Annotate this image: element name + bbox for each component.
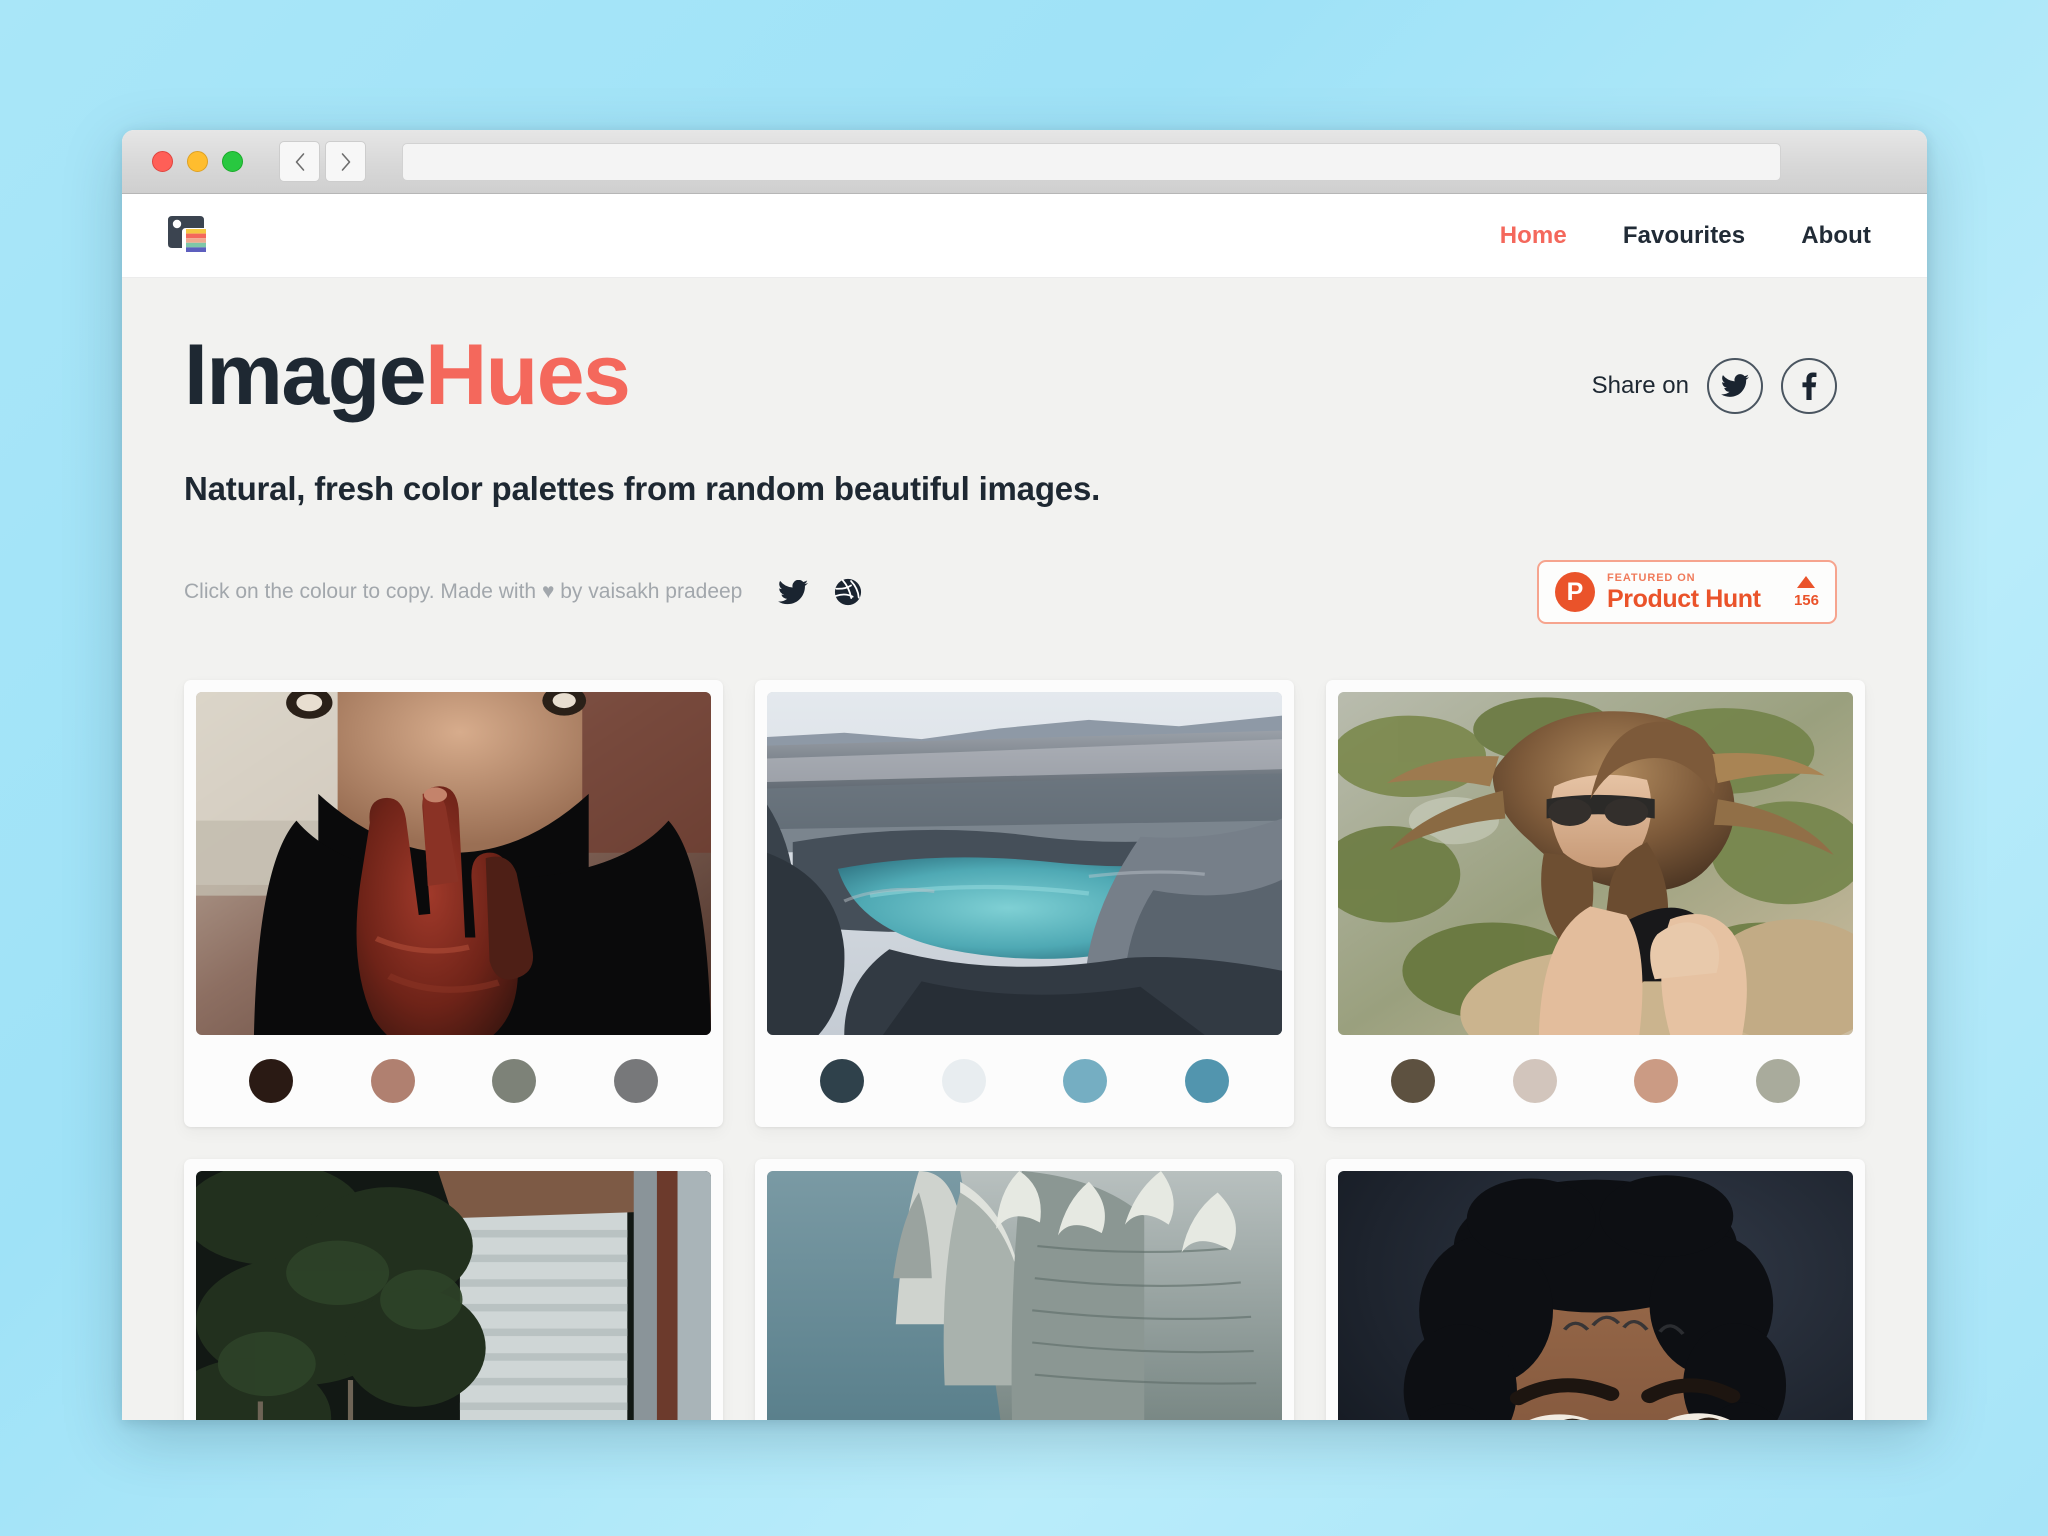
minimize-window-button[interactable] xyxy=(187,151,208,172)
dribbble-icon[interactable] xyxy=(834,578,862,606)
chevron-left-icon xyxy=(295,152,304,171)
page-subtitle: Natural, fresh color palettes from rando… xyxy=(184,470,1101,507)
main-navigation: Home Favourites About xyxy=(1500,222,1871,250)
palette-card[interactable] xyxy=(1326,680,1865,1127)
swatch-slot xyxy=(575,1059,697,1103)
palette-card[interactable] xyxy=(1326,1159,1865,1420)
swatch-slot xyxy=(1025,1059,1147,1103)
browser-window: Home Favourites About ImageHues Share on xyxy=(122,130,1927,1420)
color-swatch[interactable] xyxy=(1063,1059,1108,1103)
maximize-window-button[interactable] xyxy=(222,151,243,172)
color-swatch[interactable] xyxy=(248,1059,293,1103)
hero-section: ImageHues Share on xyxy=(184,332,1865,418)
palette-card[interactable] xyxy=(755,1159,1294,1420)
swatch-slot xyxy=(332,1059,454,1103)
photo-hand-on-neck[interactable] xyxy=(196,692,711,1035)
photo-render xyxy=(196,692,711,1035)
swatch-slot xyxy=(454,1059,576,1103)
palette-card[interactable] xyxy=(184,680,723,1127)
forward-button[interactable] xyxy=(325,141,366,182)
color-swatch[interactable] xyxy=(614,1059,659,1103)
nav-item-about[interactable]: About xyxy=(1801,222,1871,250)
palette-grid xyxy=(184,680,1865,1420)
product-hunt-name: Product Hunt xyxy=(1607,584,1761,613)
nav-item-home[interactable]: Home xyxy=(1500,222,1567,250)
color-swatch[interactable] xyxy=(370,1059,415,1103)
close-window-button[interactable] xyxy=(152,151,173,172)
swatch-slot xyxy=(1352,1059,1474,1103)
share-facebook-button[interactable] xyxy=(1781,358,1837,414)
swatch-slot xyxy=(1474,1059,1596,1103)
product-hunt-logo-icon: P xyxy=(1555,572,1595,612)
facebook-icon xyxy=(1802,372,1817,400)
photo-crater-lake[interactable] xyxy=(767,692,1282,1035)
url-input[interactable] xyxy=(402,142,1781,181)
photo-portrait-looking-up[interactable] xyxy=(1338,1171,1853,1420)
upvote-count: 156 xyxy=(1793,592,1819,609)
product-hunt-text: FEATURED ON Product Hunt xyxy=(1607,571,1761,613)
upvote-arrow-icon xyxy=(1797,576,1816,588)
color-swatch[interactable] xyxy=(941,1059,986,1103)
share-block: Share on xyxy=(1592,332,1865,414)
window-traffic-lights xyxy=(152,151,243,172)
swatch-slot xyxy=(210,1059,332,1103)
color-swatch[interactable] xyxy=(1185,1059,1230,1103)
photo-woman-windy-hair[interactable] xyxy=(1338,692,1853,1035)
color-swatch[interactable] xyxy=(1756,1059,1801,1103)
color-swatch[interactable] xyxy=(1512,1059,1557,1103)
photo-render xyxy=(767,1171,1282,1420)
color-swatch[interactable] xyxy=(819,1059,864,1103)
swatch-slot xyxy=(903,1059,1025,1103)
page-title-accent: Hues xyxy=(425,327,631,423)
browser-nav-buttons xyxy=(279,141,366,182)
twitter-icon xyxy=(1721,374,1749,397)
palette-card[interactable] xyxy=(755,680,1294,1127)
photo-etretat-cliffs[interactable] xyxy=(767,1171,1282,1420)
color-swatch[interactable] xyxy=(1634,1059,1679,1103)
swatch-slot xyxy=(1717,1059,1839,1103)
photo-render xyxy=(767,692,1282,1035)
swatch-slot xyxy=(1146,1059,1268,1103)
palette-swatches xyxy=(1338,1035,1853,1127)
logo-glyph xyxy=(168,215,206,252)
photo-render xyxy=(1338,692,1853,1035)
product-hunt-badge[interactable]: P FEATURED ON Product Hunt 156 xyxy=(1537,560,1837,624)
site-header: Home Favourites About xyxy=(122,194,1927,278)
back-button[interactable] xyxy=(279,141,320,182)
photo-window-neon-sign[interactable] xyxy=(196,1171,711,1420)
product-hunt-featured-label: FEATURED ON xyxy=(1607,571,1696,584)
chevron-right-icon xyxy=(341,152,350,171)
credits-social-icons xyxy=(778,578,862,606)
swatch-slot xyxy=(1596,1059,1718,1103)
color-swatch[interactable] xyxy=(492,1059,537,1103)
page-title-primary: Image xyxy=(184,327,427,423)
meta-row: Click on the colour to copy. Made with ♥… xyxy=(184,560,1865,624)
credits-text: Click on the colour to copy. Made with ♥… xyxy=(184,580,743,603)
page-content: ImageHues Share on Natural, fresh color … xyxy=(122,278,1927,1420)
palette-card[interactable] xyxy=(184,1159,723,1420)
share-twitter-button[interactable] xyxy=(1707,358,1763,414)
color-swatch[interactable] xyxy=(1390,1059,1435,1103)
palette-swatches xyxy=(196,1035,711,1127)
credits-block: Click on the colour to copy. Made with ♥… xyxy=(184,578,862,606)
browser-titlebar xyxy=(122,130,1927,194)
share-label: Share on xyxy=(1591,372,1689,399)
nav-item-favourites[interactable]: Favourites xyxy=(1623,222,1745,250)
palette-swatches xyxy=(767,1035,1282,1127)
twitter-icon[interactable] xyxy=(778,579,809,605)
swatch-slot xyxy=(781,1059,903,1103)
imagehues-logo-icon[interactable] xyxy=(164,214,220,258)
product-hunt-upvote[interactable]: 156 xyxy=(1794,576,1819,608)
page-title: ImageHues xyxy=(184,332,631,418)
photo-render xyxy=(196,1171,711,1420)
photo-render xyxy=(1338,1171,1853,1420)
